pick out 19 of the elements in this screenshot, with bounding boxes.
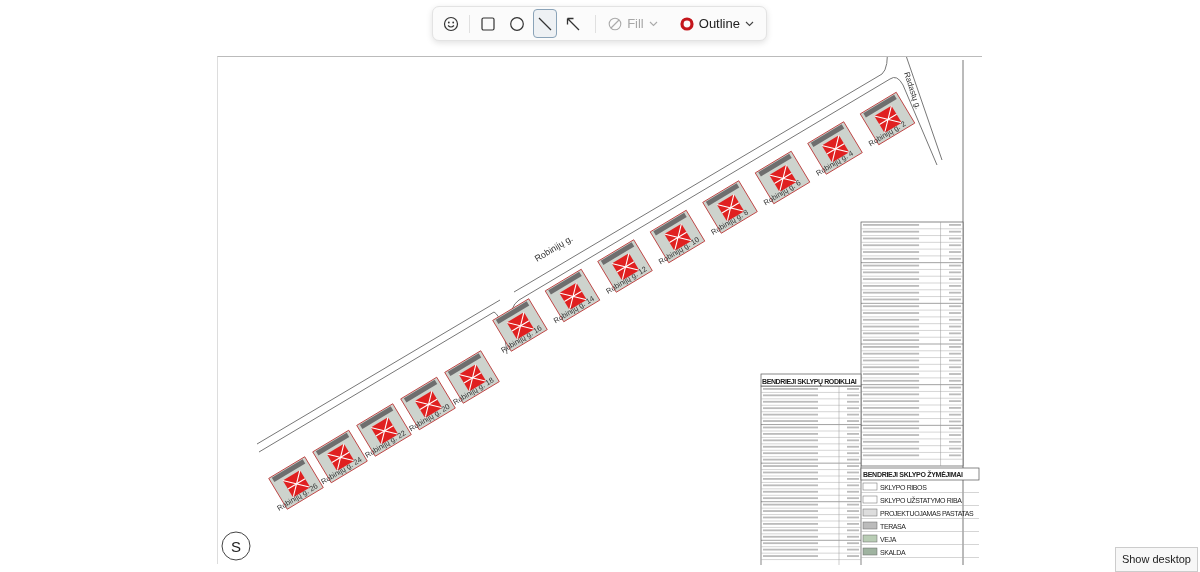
legend-swatch-icon [862,534,878,543]
legend-swatch-icon [862,508,878,517]
legend-swatch-icon [862,482,878,491]
legend-swatch-icon [862,495,878,504]
legend-swatch-icon [862,521,878,530]
compass-circle-icon [221,531,251,561]
line-icon [536,15,553,32]
road-name-label: Radastų g. [902,70,923,111]
caret-icon [744,20,754,27]
no-fill-icon [608,16,623,31]
circle-icon [508,15,525,32]
caret-icon [648,20,658,27]
compass-letter: S [231,538,241,555]
smiley-icon [443,15,460,32]
arrow-icon [565,15,582,32]
outline-dropdown[interactable]: Outline [673,9,760,38]
outline-ring-icon [679,16,694,31]
square-icon [480,15,497,32]
show-desktop-tooltip: Show desktop [1114,547,1198,572]
